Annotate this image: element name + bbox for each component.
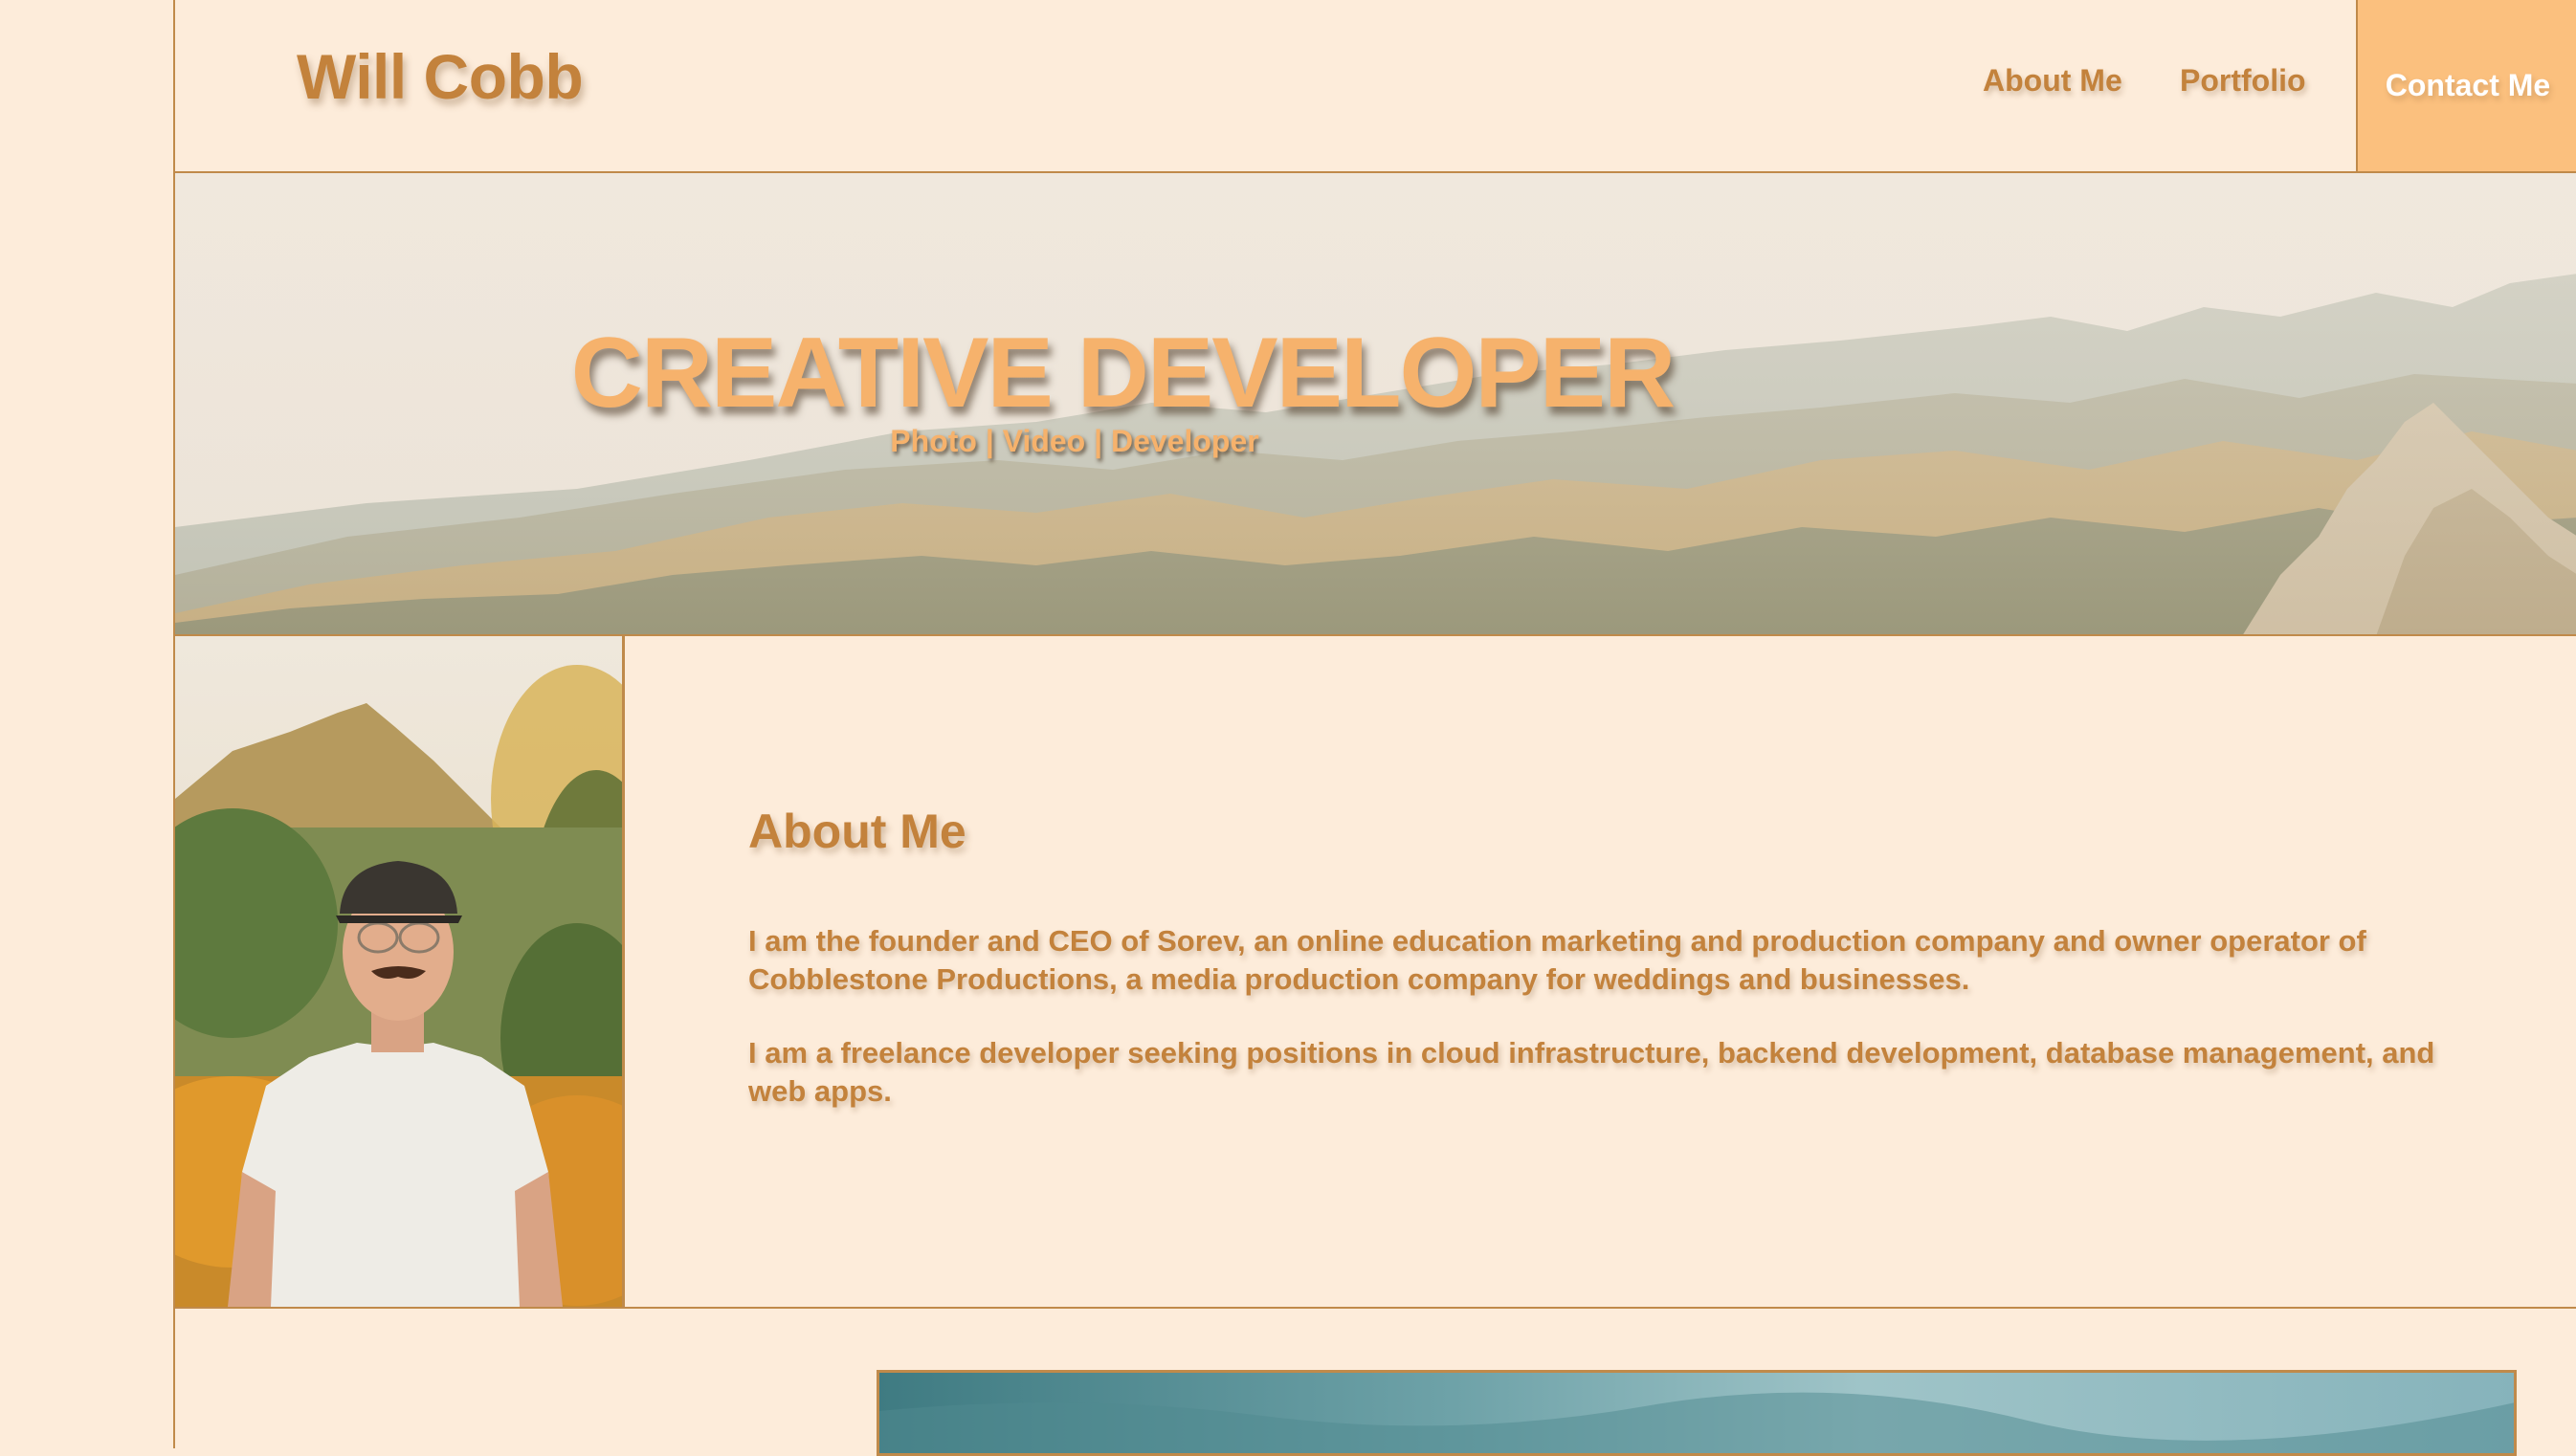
nav-contact-label: Contact Me	[2385, 68, 2551, 102]
about-section: About Me I am the founder and CEO of Sor…	[175, 636, 2576, 1309]
about-paragraph-1: I am the founder and CEO of Sorev, an on…	[748, 924, 2366, 996]
hero-subtitle: Photo | Video | Developer	[890, 424, 1259, 458]
portrait-image	[175, 636, 622, 1307]
about-paragraph-2: I am a freelance developer seeking posit…	[748, 1036, 2435, 1108]
nav-about-link[interactable]: About Me	[1983, 63, 2122, 99]
nav-contact-button[interactable]: Contact Me	[2356, 0, 2576, 171]
nav-portfolio-link[interactable]: Portfolio	[2180, 63, 2306, 99]
hero-banner: CREATIVE DEVELOPER Photo | Video | Devel…	[175, 173, 2576, 636]
page-frame: Will Cobb About Me Portfolio Contact Me	[173, 0, 2576, 1456]
site-brand[interactable]: Will Cobb	[297, 40, 584, 113]
site-header: Will Cobb About Me Portfolio Contact Me	[175, 0, 2576, 173]
about-title: About Me	[748, 805, 966, 858]
hero-title: CREATIVE DEVELOPER	[570, 318, 1676, 429]
water-image	[879, 1373, 2514, 1453]
portfolio-preview-image	[877, 1370, 2517, 1456]
portrait-photo	[175, 636, 625, 1307]
